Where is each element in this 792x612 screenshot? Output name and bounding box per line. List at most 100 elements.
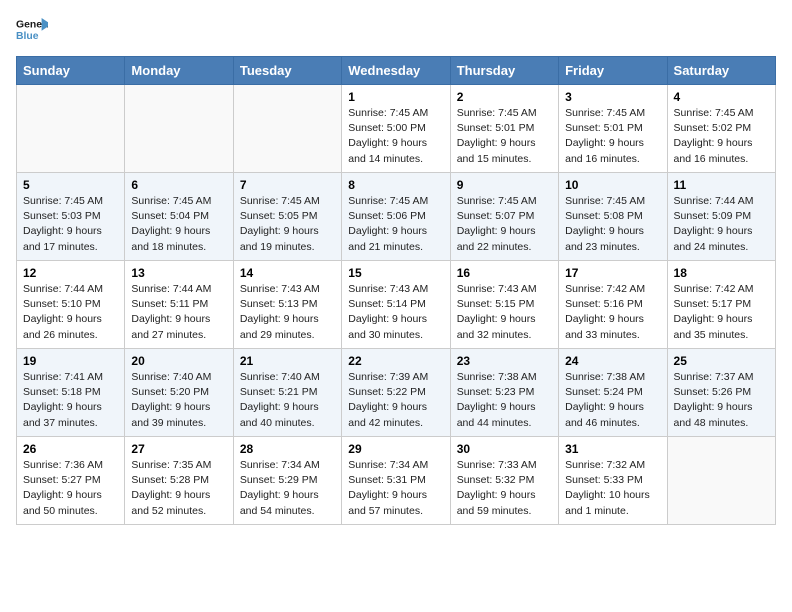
weekday-header-tuesday: Tuesday: [233, 57, 341, 85]
calendar-cell: 10 Sunrise: 7:45 AM Sunset: 5:08 PM Dayli…: [559, 173, 667, 261]
day-number: 10: [565, 178, 660, 192]
day-info: Sunrise: 7:34 AM Sunset: 5:31 PM Dayligh…: [348, 458, 443, 519]
calendar-cell: 18 Sunrise: 7:42 AM Sunset: 5:17 PM Dayli…: [667, 261, 775, 349]
day-info: Sunrise: 7:42 AM Sunset: 5:17 PM Dayligh…: [674, 282, 769, 343]
calendar-cell: 29 Sunrise: 7:34 AM Sunset: 5:31 PM Dayli…: [342, 437, 450, 525]
day-number: 4: [674, 90, 769, 104]
calendar-cell: 13Sunrise: 7:44 AM Sunset: 5:11 PM Dayli…: [125, 261, 233, 349]
calendar-cell: [233, 85, 341, 173]
day-info: Sunrise: 7:43 AM Sunset: 5:13 PM Dayligh…: [240, 282, 335, 343]
day-info: Sunrise: 7:37 AM Sunset: 5:26 PM Dayligh…: [674, 370, 769, 431]
day-info: Sunrise: 7:45 AM Sunset: 5:01 PM Dayligh…: [565, 106, 660, 167]
calendar-cell: 22 Sunrise: 7:39 AM Sunset: 5:22 PM Dayli…: [342, 349, 450, 437]
day-number: 24: [565, 354, 660, 368]
day-number: 1: [348, 90, 443, 104]
calendar-cell: 23 Sunrise: 7:38 AM Sunset: 5:23 PM Dayli…: [450, 349, 558, 437]
calendar-cell: [125, 85, 233, 173]
day-info: Sunrise: 7:45 AM Sunset: 5:00 PM Dayligh…: [348, 106, 443, 167]
day-info: Sunrise: 7:44 AM Sunset: 5:11 PM Dayligh…: [131, 282, 226, 343]
calendar-cell: 24 Sunrise: 7:38 AM Sunset: 5:24 PM Dayli…: [559, 349, 667, 437]
calendar-cell: 7 Sunrise: 7:45 AM Sunset: 5:05 PM Daylig…: [233, 173, 341, 261]
weekday-header-sunday: Sunday: [17, 57, 125, 85]
day-info: Sunrise: 7:41 AM Sunset: 5:18 PM Dayligh…: [23, 370, 118, 431]
page-header: General Blue: [16, 16, 776, 44]
calendar-cell: 30 Sunrise: 7:33 AM Sunset: 5:32 PM Dayli…: [450, 437, 558, 525]
day-info: Sunrise: 7:42 AM Sunset: 5:16 PM Dayligh…: [565, 282, 660, 343]
calendar-cell: [667, 437, 775, 525]
day-number: 29: [348, 442, 443, 456]
day-info: Sunrise: 7:44 AM Sunset: 5:09 PM Dayligh…: [674, 194, 769, 255]
day-info: Sunrise: 7:43 AM Sunset: 5:14 PM Dayligh…: [348, 282, 443, 343]
week-row-3: 12Sunrise: 7:44 AM Sunset: 5:10 PM Dayli…: [17, 261, 776, 349]
day-info: Sunrise: 7:45 AM Sunset: 5:06 PM Dayligh…: [348, 194, 443, 255]
day-number: 23: [457, 354, 552, 368]
calendar-cell: 12Sunrise: 7:44 AM Sunset: 5:10 PM Dayli…: [17, 261, 125, 349]
day-info: Sunrise: 7:45 AM Sunset: 5:08 PM Dayligh…: [565, 194, 660, 255]
day-number: 16: [457, 266, 552, 280]
day-number: 11: [674, 178, 769, 192]
calendar-cell: 21Sunrise: 7:40 AM Sunset: 5:21 PM Dayli…: [233, 349, 341, 437]
calendar-cell: 8Sunrise: 7:45 AM Sunset: 5:06 PM Daylig…: [342, 173, 450, 261]
weekday-header-thursday: Thursday: [450, 57, 558, 85]
day-number: 5: [23, 178, 118, 192]
calendar-cell: 25Sunrise: 7:37 AM Sunset: 5:26 PM Dayli…: [667, 349, 775, 437]
logo-icon: General Blue: [16, 16, 48, 44]
day-info: Sunrise: 7:39 AM Sunset: 5:22 PM Dayligh…: [348, 370, 443, 431]
calendar-cell: 5 Sunrise: 7:45 AM Sunset: 5:03 PM Daylig…: [17, 173, 125, 261]
day-info: Sunrise: 7:45 AM Sunset: 5:01 PM Dayligh…: [457, 106, 552, 167]
calendar-cell: 16 Sunrise: 7:43 AM Sunset: 5:15 PM Dayli…: [450, 261, 558, 349]
calendar-cell: 15Sunrise: 7:43 AM Sunset: 5:14 PM Dayli…: [342, 261, 450, 349]
week-row-2: 5 Sunrise: 7:45 AM Sunset: 5:03 PM Daylig…: [17, 173, 776, 261]
day-number: 7: [240, 178, 335, 192]
day-number: 19: [23, 354, 118, 368]
day-number: 27: [131, 442, 226, 456]
week-row-1: 1 Sunrise: 7:45 AM Sunset: 5:00 PM Daylig…: [17, 85, 776, 173]
logo: General Blue: [16, 16, 52, 44]
calendar-cell: 9 Sunrise: 7:45 AM Sunset: 5:07 PM Daylig…: [450, 173, 558, 261]
day-number: 30: [457, 442, 552, 456]
day-info: Sunrise: 7:36 AM Sunset: 5:27 PM Dayligh…: [23, 458, 118, 519]
day-info: Sunrise: 7:45 AM Sunset: 5:05 PM Dayligh…: [240, 194, 335, 255]
day-number: 26: [23, 442, 118, 456]
day-info: Sunrise: 7:44 AM Sunset: 5:10 PM Dayligh…: [23, 282, 118, 343]
weekday-header-wednesday: Wednesday: [342, 57, 450, 85]
calendar-cell: 1 Sunrise: 7:45 AM Sunset: 5:00 PM Daylig…: [342, 85, 450, 173]
weekday-header-friday: Friday: [559, 57, 667, 85]
day-number: 31: [565, 442, 660, 456]
day-number: 6: [131, 178, 226, 192]
weekday-header-monday: Monday: [125, 57, 233, 85]
calendar-cell: 17Sunrise: 7:42 AM Sunset: 5:16 PM Dayli…: [559, 261, 667, 349]
day-info: Sunrise: 7:38 AM Sunset: 5:23 PM Dayligh…: [457, 370, 552, 431]
calendar-cell: 20 Sunrise: 7:40 AM Sunset: 5:20 PM Dayli…: [125, 349, 233, 437]
day-info: Sunrise: 7:45 AM Sunset: 5:07 PM Dayligh…: [457, 194, 552, 255]
calendar-cell: 2 Sunrise: 7:45 AM Sunset: 5:01 PM Daylig…: [450, 85, 558, 173]
calendar-cell: 31 Sunrise: 7:32 AM Sunset: 5:33 PM Dayli…: [559, 437, 667, 525]
day-number: 22: [348, 354, 443, 368]
calendar-cell: 26 Sunrise: 7:36 AM Sunset: 5:27 PM Dayli…: [17, 437, 125, 525]
calendar-cell: [17, 85, 125, 173]
day-number: 14: [240, 266, 335, 280]
calendar-table: SundayMondayTuesdayWednesdayThursdayFrid…: [16, 56, 776, 525]
calendar-cell: 27Sunrise: 7:35 AM Sunset: 5:28 PM Dayli…: [125, 437, 233, 525]
day-info: Sunrise: 7:34 AM Sunset: 5:29 PM Dayligh…: [240, 458, 335, 519]
svg-text:Blue: Blue: [16, 31, 39, 42]
day-info: Sunrise: 7:43 AM Sunset: 5:15 PM Dayligh…: [457, 282, 552, 343]
day-number: 9: [457, 178, 552, 192]
day-info: Sunrise: 7:38 AM Sunset: 5:24 PM Dayligh…: [565, 370, 660, 431]
day-info: Sunrise: 7:33 AM Sunset: 5:32 PM Dayligh…: [457, 458, 552, 519]
day-info: Sunrise: 7:40 AM Sunset: 5:20 PM Dayligh…: [131, 370, 226, 431]
day-number: 21: [240, 354, 335, 368]
calendar-cell: 19 Sunrise: 7:41 AM Sunset: 5:18 PM Dayli…: [17, 349, 125, 437]
day-info: Sunrise: 7:45 AM Sunset: 5:03 PM Dayligh…: [23, 194, 118, 255]
calendar-cell: 28 Sunrise: 7:34 AM Sunset: 5:29 PM Dayli…: [233, 437, 341, 525]
day-number: 2: [457, 90, 552, 104]
calendar-cell: 3 Sunrise: 7:45 AM Sunset: 5:01 PM Daylig…: [559, 85, 667, 173]
calendar-cell: 14 Sunrise: 7:43 AM Sunset: 5:13 PM Dayli…: [233, 261, 341, 349]
day-number: 20: [131, 354, 226, 368]
day-number: 3: [565, 90, 660, 104]
day-info: Sunrise: 7:32 AM Sunset: 5:33 PM Dayligh…: [565, 458, 660, 519]
day-number: 28: [240, 442, 335, 456]
calendar-cell: 11 Sunrise: 7:44 AM Sunset: 5:09 PM Dayli…: [667, 173, 775, 261]
week-row-4: 19 Sunrise: 7:41 AM Sunset: 5:18 PM Dayli…: [17, 349, 776, 437]
day-number: 18: [674, 266, 769, 280]
